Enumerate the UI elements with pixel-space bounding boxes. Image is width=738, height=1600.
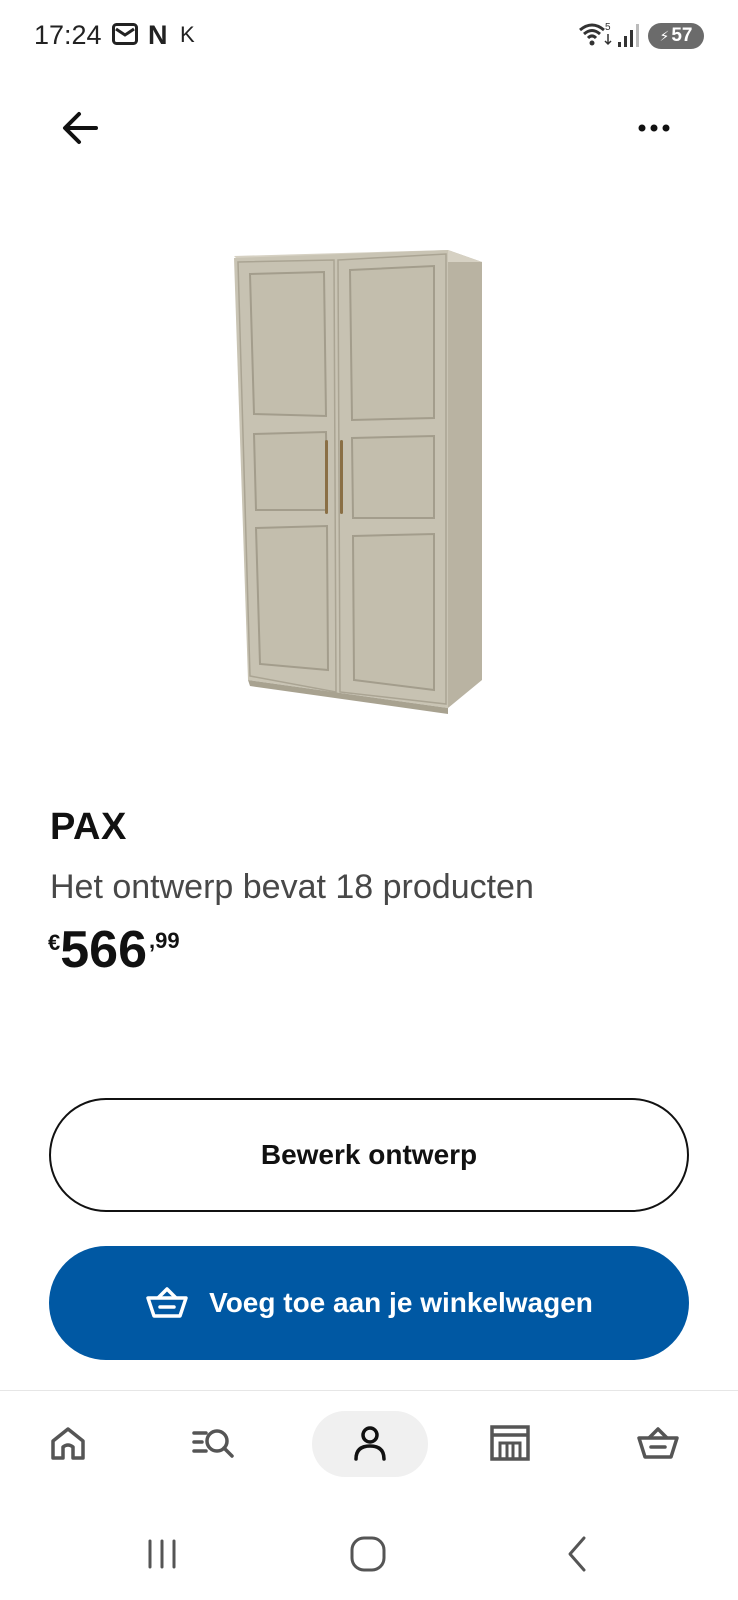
bottom-nav: [0, 1405, 738, 1485]
screen: 17:24 N K 5 ⚡ 57 PAX Het ontwerp bevat 1…: [0, 0, 738, 1600]
product-description: Het ontwerp bevat 18 producten: [50, 868, 534, 906]
k-notification-icon: K: [180, 22, 195, 47]
more-dots-icon: [638, 124, 670, 132]
recents-icon: [148, 1539, 176, 1569]
store-icon: [490, 1425, 530, 1461]
basket-icon: [146, 1287, 188, 1318]
signal-icon: [616, 22, 642, 53]
profile-icon: [354, 1426, 386, 1461]
nav-home[interactable]: [38, 1413, 98, 1473]
mail-icon: [112, 23, 138, 50]
nav-search[interactable]: [184, 1413, 244, 1473]
home-icon: [51, 1427, 85, 1460]
price-integer: 566: [60, 921, 148, 979]
edit-design-label: Bewerk ontwerp: [260, 1139, 478, 1170]
recents-button[interactable]: [132, 1529, 192, 1579]
product-name: PAX: [50, 806, 127, 848]
netflix-icon: N: [148, 20, 168, 50]
back-button[interactable]: [52, 100, 108, 156]
edit-design-button[interactable]: Bewerk ontwerp: [49, 1098, 689, 1212]
battery-icon: ⚡ 57: [648, 23, 704, 49]
battery-level: 57: [671, 25, 693, 46]
price-decimal: ,99: [149, 928, 180, 953]
wardrobe-image: [220, 240, 510, 730]
nav-cart[interactable]: [628, 1413, 688, 1473]
nav-store[interactable]: [480, 1413, 540, 1473]
price-currency: €: [48, 930, 61, 955]
status-time: 17:24: [34, 20, 102, 50]
back-chevron-icon: [568, 1536, 586, 1572]
search-icon: [192, 1429, 234, 1458]
back-system-button[interactable]: [548, 1529, 608, 1579]
wifi-level: 5: [605, 22, 611, 33]
wifi-icon: 5: [578, 20, 612, 53]
more-options-button[interactable]: [626, 104, 682, 152]
home-circle-icon: [350, 1536, 386, 1572]
basket-icon: [637, 1427, 679, 1459]
home-system-button[interactable]: [338, 1529, 398, 1579]
add-to-cart-label: Voeg toe aan je winkelwagen: [209, 1287, 593, 1318]
nav-profile[interactable]: [340, 1413, 400, 1473]
status-bar: 17:24 N K 5 ⚡ 57: [0, 0, 738, 72]
product-price: € 566 ,99: [48, 920, 180, 980]
battery-saver-icon: ⚡: [659, 28, 670, 44]
arrow-left-icon: [63, 112, 98, 144]
android-nav-bar: [0, 1515, 738, 1595]
bottom-nav-divider: [0, 1390, 738, 1391]
add-to-cart-button[interactable]: Voeg toe aan je winkelwagen: [49, 1246, 689, 1360]
